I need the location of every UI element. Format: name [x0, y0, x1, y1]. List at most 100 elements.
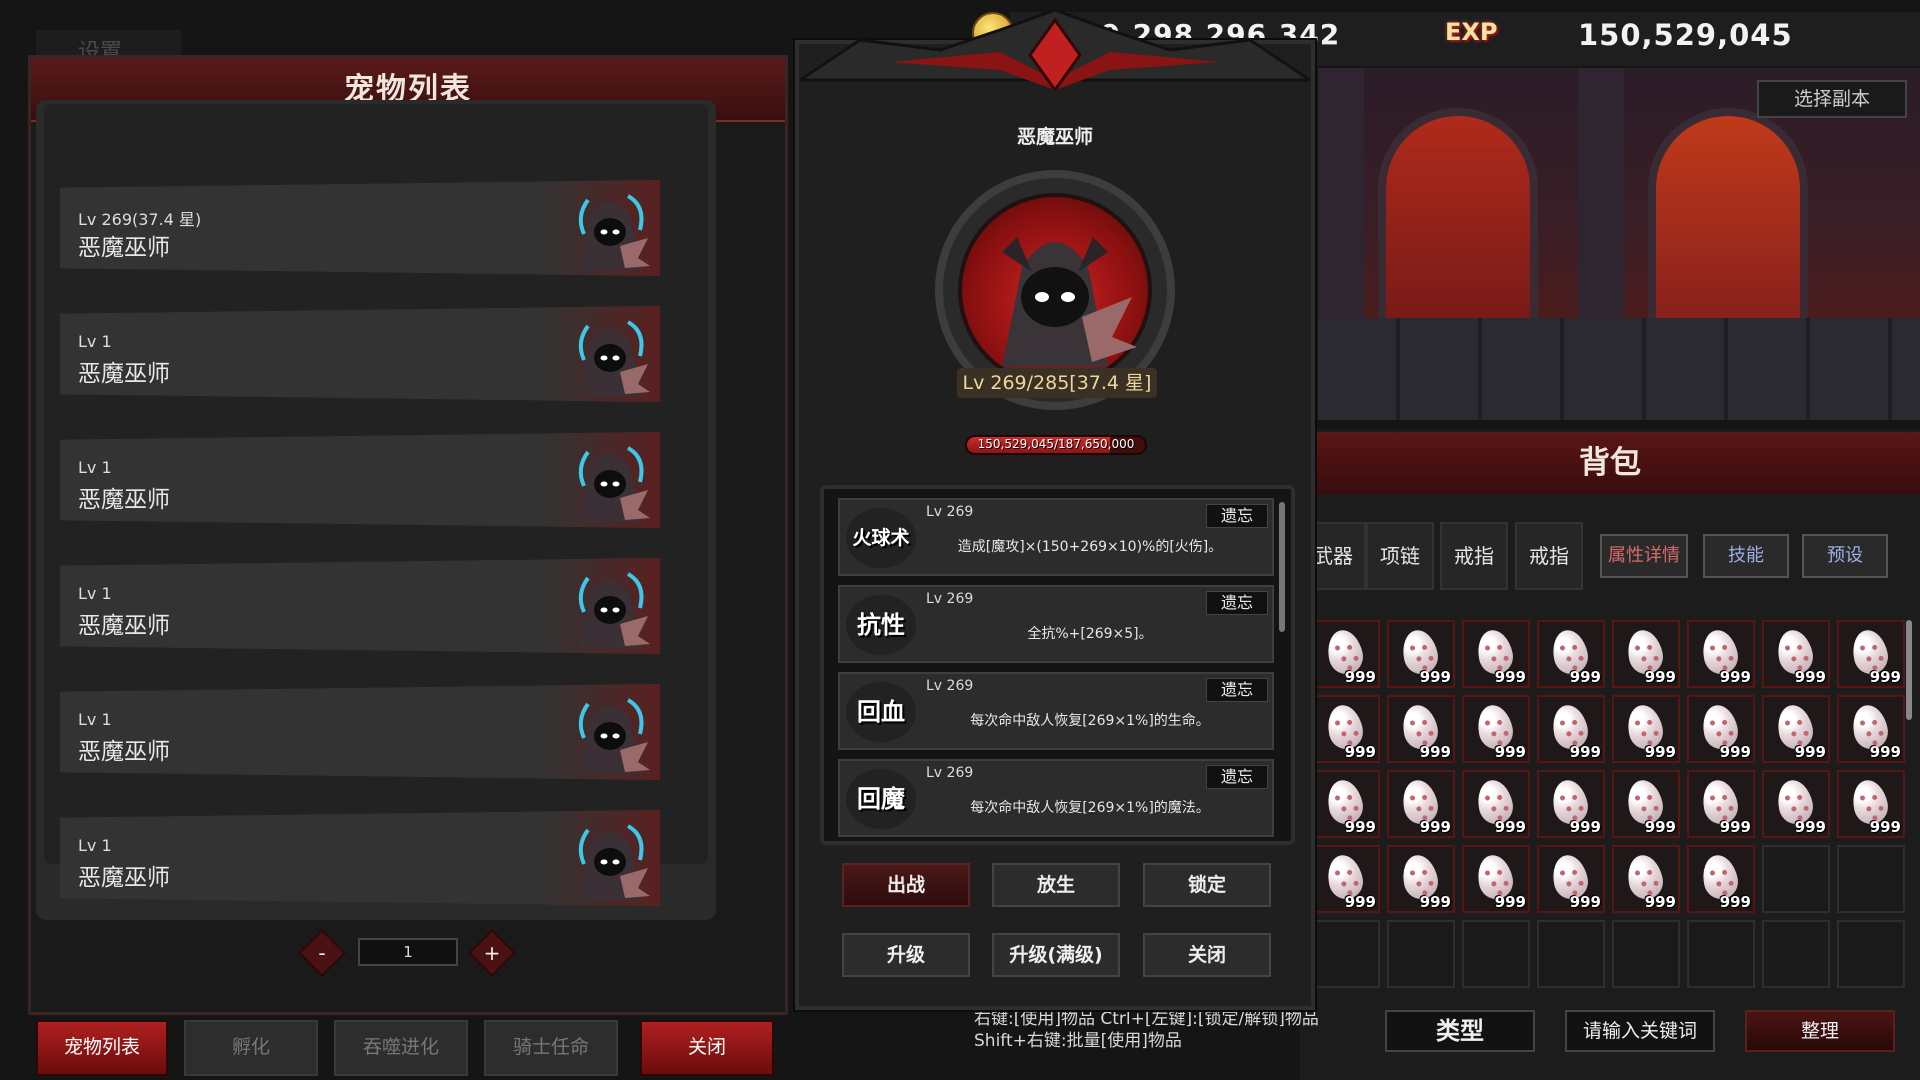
inventory-slot[interactable]: 999	[1462, 770, 1530, 838]
page-prev-label: -	[318, 941, 326, 965]
inventory-slot[interactable]: 999	[1537, 770, 1605, 838]
inventory-scrollbar[interactable]	[1906, 620, 1912, 720]
inventory-slot[interactable]: 999	[1462, 695, 1530, 763]
demon-wizard-icon	[578, 446, 650, 522]
inventory-slot[interactable]: 999	[1762, 770, 1830, 838]
inventory-slot[interactable]: 999	[1837, 770, 1905, 838]
tab-devour-evolve[interactable]: 吞噬进化	[334, 1020, 468, 1076]
inventory-slot[interactable]: 999	[1387, 770, 1455, 838]
forget-skill-button[interactable]: 遗忘	[1206, 765, 1268, 789]
search-input[interactable]: 请输入关键词	[1565, 1010, 1715, 1052]
item-count: 999	[1344, 818, 1376, 836]
skill-card: 抗性 Lv 269 遗忘 全抗%+[269×5]。	[838, 585, 1274, 663]
tab-hatch[interactable]: 孵化	[184, 1020, 318, 1076]
skill-desc: 造成[魔攻]×(150+269×10)%的[火伤]。	[957, 539, 1223, 555]
tab-knight-appoint[interactable]: 骑士任命	[484, 1020, 618, 1076]
inventory-slot[interactable]: 999	[1537, 695, 1605, 763]
inventory-slot[interactable]: 999	[1837, 620, 1905, 688]
inventory-slot[interactable]: 999	[1537, 845, 1605, 913]
page-number-field[interactable]: 1	[358, 938, 458, 966]
inventory-slot[interactable]: 999	[1612, 845, 1680, 913]
hint-text: 右键:[使用]物品 Ctrl+[左键]:[锁定/解锁]物品 Shift+右键:批…	[974, 1008, 1319, 1052]
item-count: 999	[1719, 893, 1751, 911]
deploy-button[interactable]: 出战	[842, 863, 970, 907]
pet-list-row[interactable]: Lv 269(37.4 星) 恶魔巫师	[60, 180, 660, 276]
inventory-slot[interactable]	[1762, 920, 1830, 988]
pet-list-row[interactable]: Lv 1 恶魔巫师	[60, 432, 660, 528]
lock-button[interactable]: 锁定	[1143, 863, 1271, 907]
forget-skill-button[interactable]: 遗忘	[1206, 678, 1268, 702]
inventory-slot[interactable]: 999	[1687, 620, 1755, 688]
skill-desc: 每次命中敌人恢复[269×1%]的魔法。	[970, 800, 1210, 816]
inventory-slot[interactable]: 999	[1387, 695, 1455, 763]
inventory-slot[interactable]: 999	[1612, 620, 1680, 688]
item-count: 999	[1869, 743, 1901, 761]
inventory-slot[interactable]	[1537, 920, 1605, 988]
pet-row-name: 恶魔巫师	[78, 235, 170, 261]
item-count: 999	[1644, 818, 1676, 836]
skills-button[interactable]: 技能	[1703, 534, 1789, 578]
inventory-slot[interactable]: 999	[1687, 845, 1755, 913]
forget-skill-button[interactable]: 遗忘	[1206, 591, 1268, 615]
inventory-slot[interactable]: 999	[1837, 695, 1905, 763]
inventory-slot[interactable]	[1837, 845, 1905, 913]
heal-skill-icon: 回血	[846, 682, 916, 742]
demon-wizard-icon	[578, 320, 650, 396]
pet-list-row[interactable]: Lv 1 恶魔巫师	[60, 558, 660, 654]
inventory-slot[interactable]	[1387, 920, 1455, 988]
inventory-slot[interactable]: 999	[1462, 845, 1530, 913]
inventory-slot[interactable]	[1312, 920, 1380, 988]
pet-list-row[interactable]: Lv 1 恶魔巫师	[60, 810, 660, 906]
upgrade-max-button[interactable]: 升级(满级)	[992, 933, 1120, 977]
skill-level: Lv 269	[926, 504, 974, 520]
demon-wizard-icon	[1002, 237, 1137, 367]
release-button[interactable]: 放生	[992, 863, 1120, 907]
inventory-slot[interactable]: 999	[1687, 695, 1755, 763]
skill-scrollbar[interactable]	[1279, 502, 1285, 632]
inventory-slot[interactable]	[1762, 845, 1830, 913]
inventory-slot[interactable]: 999	[1762, 695, 1830, 763]
tab-pet-list[interactable]: 宠物列表	[36, 1020, 168, 1076]
item-count: 999	[1419, 893, 1451, 911]
exp-label: EXP	[1445, 18, 1498, 46]
inventory-slot[interactable]: 999	[1462, 620, 1530, 688]
inventory-slot[interactable]: 999	[1312, 770, 1380, 838]
upgrade-button[interactable]: 升级	[842, 933, 970, 977]
inventory-slot[interactable]: 999	[1612, 770, 1680, 838]
inventory-slot[interactable]	[1837, 920, 1905, 988]
item-count: 999	[1569, 818, 1601, 836]
inventory-slot[interactable]: 999	[1312, 620, 1380, 688]
inventory-slot[interactable]	[1687, 920, 1755, 988]
item-count: 999	[1419, 743, 1451, 761]
type-filter-button[interactable]: 类型	[1385, 1010, 1535, 1052]
inventory-slot[interactable]	[1462, 920, 1530, 988]
item-count: 999	[1869, 668, 1901, 686]
equip-tab-necklace[interactable]: 项链	[1366, 522, 1434, 590]
inventory-slot[interactable]: 999	[1687, 770, 1755, 838]
pet-list-row[interactable]: Lv 1 恶魔巫师	[60, 306, 660, 402]
pet-exp-text: 150,529,045/187,650,000	[977, 437, 1135, 451]
sort-button[interactable]: 整理	[1745, 1010, 1895, 1052]
inventory-slot[interactable]: 999	[1387, 620, 1455, 688]
forget-skill-button[interactable]: 遗忘	[1206, 504, 1268, 528]
pet-row-level: Lv 1	[78, 584, 112, 603]
equip-tab-ring-2[interactable]: 戒指	[1515, 522, 1583, 590]
crest-ornament	[800, 10, 1310, 90]
inventory-slot[interactable]: 999	[1312, 695, 1380, 763]
close-list-button[interactable]: 关闭	[640, 1020, 774, 1076]
inventory-slot[interactable]: 999	[1612, 695, 1680, 763]
close-detail-button[interactable]: 关闭	[1143, 933, 1271, 977]
scene-pillar	[1318, 68, 1364, 358]
inventory-slot[interactable]	[1612, 920, 1680, 988]
attr-details-button[interactable]: 属性详情	[1600, 534, 1688, 578]
item-count: 999	[1569, 893, 1601, 911]
pet-row-level: Lv 1	[78, 710, 112, 729]
choose-stage-button[interactable]: 选择副本	[1757, 80, 1907, 118]
preset-button[interactable]: 预设	[1802, 534, 1888, 578]
inventory-slot[interactable]: 999	[1537, 620, 1605, 688]
inventory-slot[interactable]: 999	[1387, 845, 1455, 913]
equip-tab-ring[interactable]: 戒指	[1440, 522, 1508, 590]
pet-list-row[interactable]: Lv 1 恶魔巫师	[60, 684, 660, 780]
inventory-slot[interactable]: 999	[1312, 845, 1380, 913]
inventory-slot[interactable]: 999	[1762, 620, 1830, 688]
